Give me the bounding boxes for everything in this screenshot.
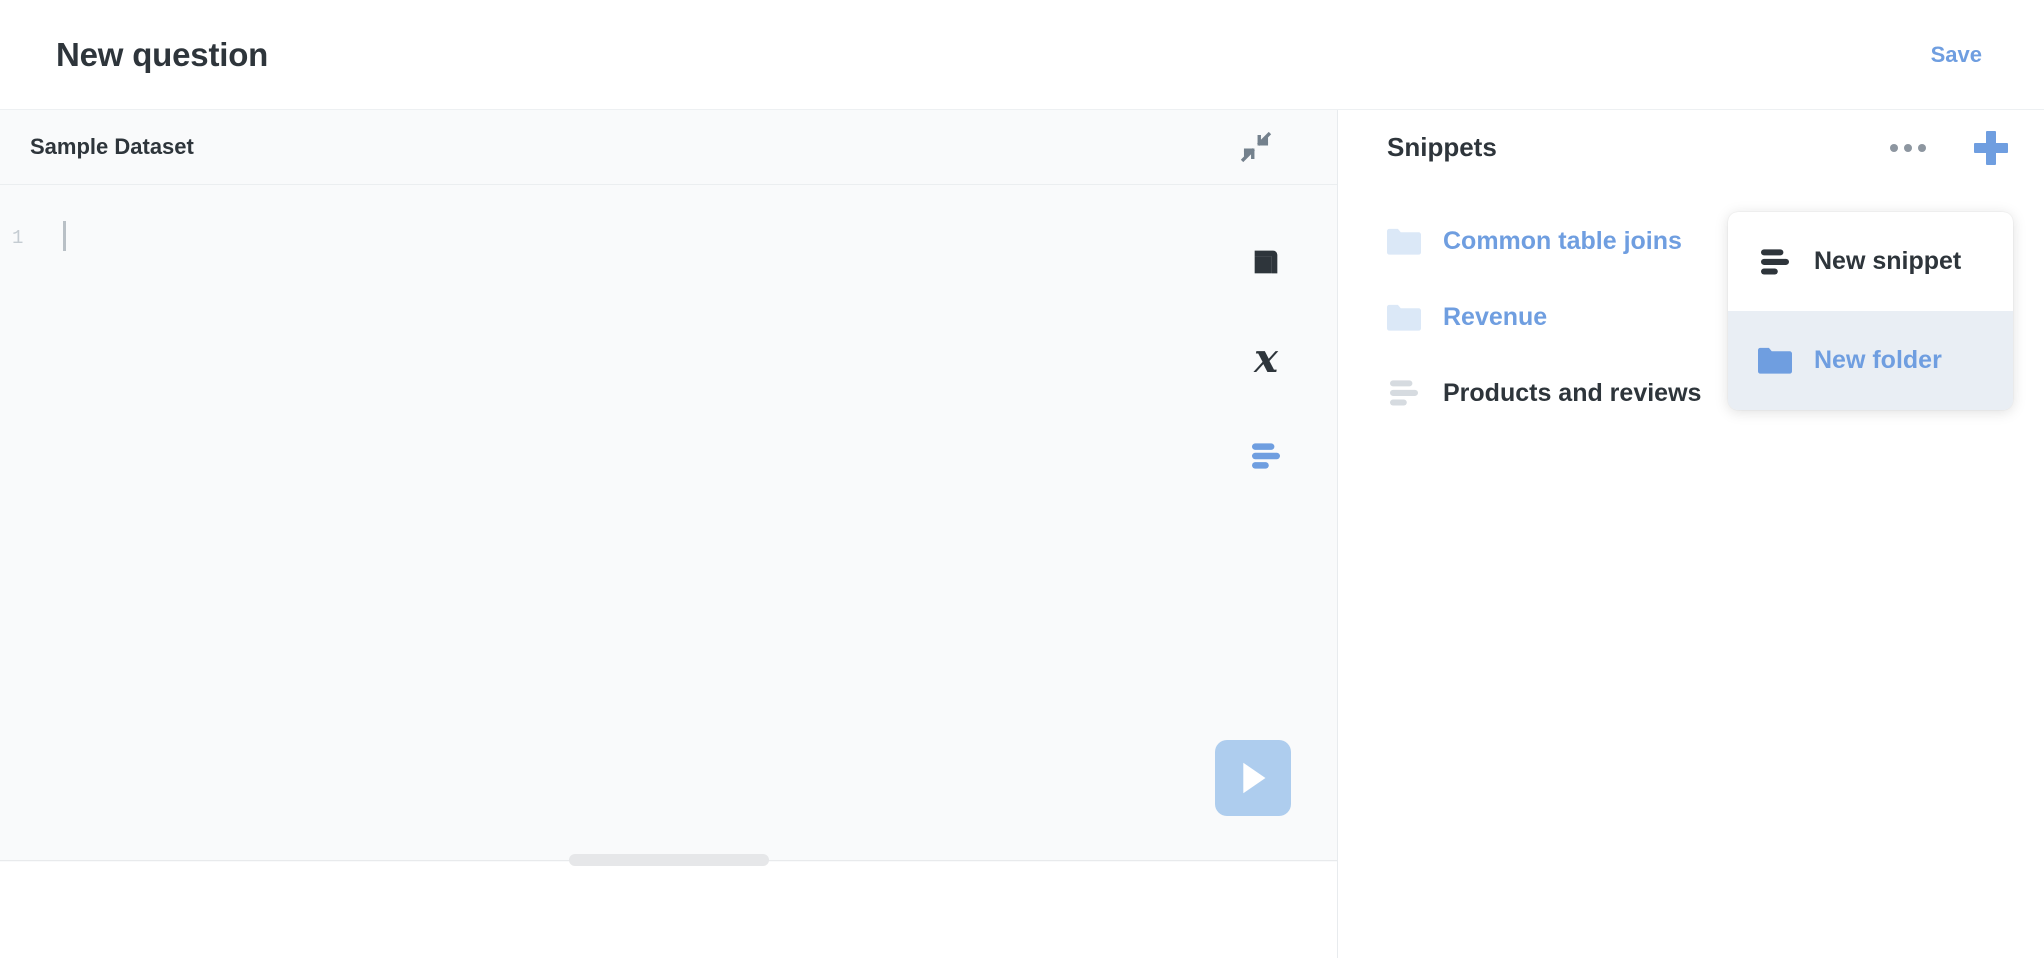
plus-icon[interactable] <box>1974 130 2008 165</box>
snippets-icon[interactable] <box>1245 435 1287 477</box>
save-button[interactable]: Save <box>1931 42 1982 68</box>
snippet-icon <box>1758 247 1792 277</box>
variables-icon[interactable]: x <box>1245 338 1287 380</box>
new-snippet-dropdown-menu: New snippet New folder <box>1728 212 2013 410</box>
folder-icon <box>1387 226 1421 256</box>
ellipsis-dot <box>1890 143 1898 152</box>
resize-handle[interactable] <box>568 854 769 866</box>
ellipsis-dot <box>1904 143 1912 152</box>
run-query-button[interactable] <box>1215 740 1291 816</box>
collapse-arrows-icon[interactable] <box>1239 130 1273 164</box>
ellipsis-dot <box>1918 143 1926 152</box>
query-results-pane <box>0 862 1337 958</box>
editor-body[interactable]: 1 x <box>0 185 1337 866</box>
top-bar: New question Save <box>0 0 2044 110</box>
menu-item-new-folder[interactable]: New folder <box>1728 311 2013 410</box>
snippet-header-actions <box>1884 130 2008 165</box>
folder-icon <box>1387 302 1421 332</box>
list-item-label: Products and reviews <box>1443 378 1702 407</box>
editor-sidebar-icons: x <box>1245 241 1287 477</box>
list-item-label: Common table joins <box>1443 226 1682 255</box>
native-query-editor-pane: Sample Dataset 1 x <box>0 110 1337 866</box>
editor-header: Sample Dataset <box>0 110 1337 185</box>
data-reference-icon[interactable] <box>1245 241 1287 283</box>
list-item-label: Revenue <box>1443 302 1548 331</box>
play-icon <box>1243 762 1266 794</box>
folder-icon <box>1758 346 1792 376</box>
database-selector[interactable]: Sample Dataset <box>30 134 194 160</box>
line-number: 1 <box>12 227 24 249</box>
menu-item-label: New snippet <box>1814 247 1962 275</box>
variables-glyph: x <box>1254 335 1278 382</box>
text-cursor <box>63 221 66 251</box>
menu-item-label: New folder <box>1814 346 1942 374</box>
ellipsis-icon[interactable] <box>1884 138 1932 158</box>
snippet-sidebar-title: Snippets <box>1387 132 1497 162</box>
snippet-sidebar-header: Snippets <box>1338 110 2044 185</box>
menu-item-new-snippet[interactable]: New snippet <box>1728 212 2013 311</box>
snippet-icon <box>1387 378 1421 408</box>
page-title: New question <box>56 35 269 73</box>
